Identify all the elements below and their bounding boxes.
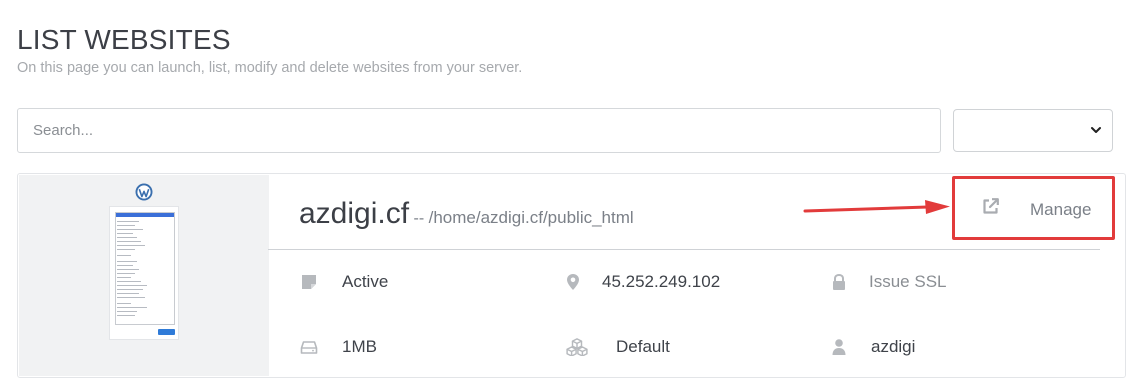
stat-ssl[interactable]: Issue SSL xyxy=(830,272,947,292)
status-icon xyxy=(302,275,316,289)
website-heading: azdigi.cf -- /home/azdigi.cf/public_html xyxy=(299,197,634,231)
wordpress-logo-icon xyxy=(135,183,153,201)
stat-status: Active xyxy=(300,272,388,292)
search-input[interactable] xyxy=(17,108,941,153)
page-subtitle: On this page you can launch, list, modif… xyxy=(17,60,523,76)
issue-ssl-link: Issue SSL xyxy=(869,272,947,291)
annotation-arrow xyxy=(803,200,950,214)
cubes-icon xyxy=(566,338,588,356)
website-thumbnail[interactable] xyxy=(19,175,269,376)
filter-select[interactable] xyxy=(953,109,1113,152)
manage-button[interactable]: Manage xyxy=(965,179,1115,231)
disk-value: 1MB xyxy=(342,337,377,356)
stat-package: Default xyxy=(564,337,670,357)
chevron-down-icon xyxy=(1091,127,1101,133)
title-separator: -- xyxy=(413,210,425,227)
stat-disk: 1MB xyxy=(300,337,377,357)
website-card: azdigi.cf -- /home/azdigi.cf/public_html… xyxy=(17,173,1126,378)
stat-owner: azdigi xyxy=(830,337,915,357)
ip-value: 45.252.249.102 xyxy=(602,272,721,291)
website-path: /home/azdigi.cf/public_html xyxy=(428,208,634,227)
site-screenshot xyxy=(109,206,179,340)
manage-label: Manage xyxy=(1030,200,1092,219)
website-domain[interactable]: azdigi.cf xyxy=(299,197,409,230)
hard-drive-icon xyxy=(300,341,318,354)
owner-value: azdigi xyxy=(871,337,916,356)
status-value: Active xyxy=(342,272,389,291)
page-title: LIST WEBSITES xyxy=(17,24,231,55)
divider xyxy=(268,249,1100,250)
external-link-icon xyxy=(983,198,999,214)
map-pin-icon xyxy=(567,274,579,290)
user-icon xyxy=(832,339,846,355)
lock-icon xyxy=(833,273,845,290)
package-value: Default xyxy=(616,337,670,356)
stat-ip: 45.252.249.102 xyxy=(564,272,720,292)
